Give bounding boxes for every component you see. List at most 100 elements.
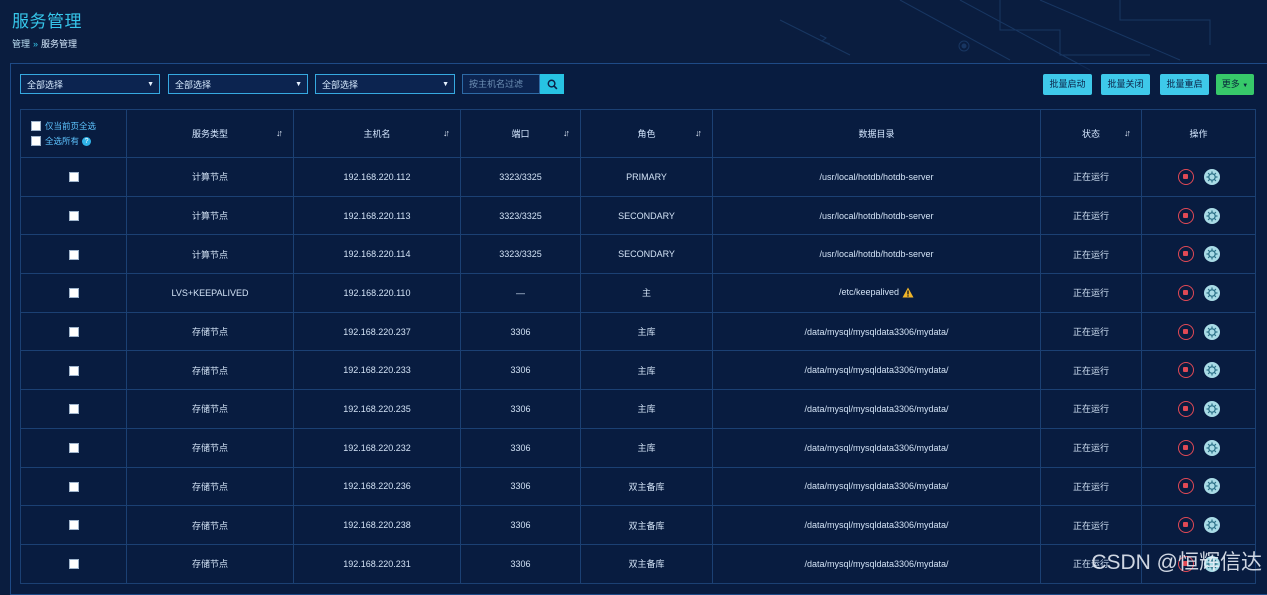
select-all-option[interactable]: 全选所有? [31,135,126,147]
status-cell: 正在运行 [1040,311,1142,352]
table-row: 计算节点 192.168.220.113 3323/3325 SECONDARY/us… [20,195,1256,236]
host-select[interactable]: 全部选择 ▼ [168,74,308,94]
select-all-label: 全选所有 [45,136,80,146]
host-filter-input[interactable] [462,74,540,94]
data-dir-cell: /data/mysql/mysqldata3306/mydata/ [712,543,1041,584]
stop-icon[interactable] [1177,207,1194,224]
gear-icon [1206,519,1217,531]
actions-cell [1141,466,1256,507]
config-icon[interactable] [1203,207,1220,224]
config-icon[interactable] [1203,246,1220,263]
row-select-cell [20,543,127,584]
row-checkbox[interactable] [68,404,79,415]
help-icon[interactable]: ? [82,136,92,146]
role-cell: 双主备库 [580,505,713,545]
config-icon[interactable] [1203,478,1220,495]
stop-icon[interactable] [1177,478,1194,495]
service-type-cell: 存储节点 [126,466,294,507]
status-cell: 正在运行 [1040,157,1142,197]
status-cell: 正在运行 [1040,427,1142,468]
data-dir-cell: /data/mysql/mysqldata3306/mydata/ [712,427,1041,468]
status-cell: 正在运行 [1040,389,1142,429]
sort-icon[interactable]: ↓↑ [695,128,702,138]
config-icon[interactable] [1203,362,1220,379]
batch-start-button[interactable]: 批量启动 [1043,74,1092,95]
search-button[interactable] [540,74,564,94]
row-checkbox[interactable] [68,481,79,492]
row-select-cell [20,505,127,545]
table-row: 存储节点 192.168.220.233 3306 主库/data/mysql/mys… [20,350,1256,391]
sort-icon[interactable]: ↓↑ [563,128,570,138]
data-dir-text: /data/mysql/mysqldata3306/mydata/ [804,558,949,569]
more-button[interactable]: 更多 ▼ [1216,74,1254,95]
stop-icon[interactable] [1177,362,1194,379]
actions-cell [1141,350,1256,391]
gear-icon [1206,171,1217,183]
row-checkbox[interactable] [68,442,79,453]
sort-icon[interactable]: ↓↑ [443,128,450,138]
select-page-checkbox[interactable] [31,121,41,131]
column-header-status[interactable]: 状态 ↓↑ [1040,109,1142,158]
stop-icon[interactable] [1177,400,1194,417]
port-cell: — [460,273,581,313]
stop-icon[interactable] [1177,168,1194,185]
config-icon[interactable] [1203,168,1220,185]
gear-icon [1206,480,1217,492]
service-type-select[interactable]: 全部选择 ▼ [20,74,160,94]
row-select-cell [20,234,127,275]
actions-cell [1141,195,1256,236]
config-icon[interactable] [1203,517,1220,534]
select-all-checkbox[interactable] [31,136,41,146]
row-checkbox[interactable] [68,559,79,570]
warning-icon[interactable] [902,287,914,298]
stop-icon[interactable] [1177,439,1194,456]
config-icon[interactable] [1203,439,1220,456]
row-checkbox[interactable] [68,365,79,376]
hostname-cell: 192.168.220.232 [293,427,461,468]
table-row: 存储节点 192.168.220.236 3306 双主备库/data/mysql/m… [20,466,1256,507]
config-icon[interactable] [1203,400,1220,417]
table-row: 存储节点 192.168.220.238 3306 双主备库/data/mysql/m… [20,505,1256,545]
service-type-cell: 计算节点 [126,234,294,275]
stop-icon[interactable] [1177,517,1194,534]
port-cell: 3306 [460,389,581,429]
row-select-cell [20,350,127,391]
select-page-option[interactable]: 仅当前页全选 [31,120,126,132]
column-header-hostname[interactable]: 主机名 ↓↑ [293,109,461,158]
column-header-role[interactable]: 角色 ↓↑ [580,109,713,158]
row-select-cell [20,273,127,313]
column-header-port[interactable]: 端口 ↓↑ [460,109,581,158]
breadcrumb-current: 服务管理 [41,39,78,49]
row-checkbox[interactable] [68,326,79,337]
gear-icon [1206,326,1217,338]
row-checkbox[interactable] [68,520,79,531]
row-select-cell [20,157,127,197]
data-dir-text: /usr/local/hotdb/hotdb-server [819,210,934,221]
batch-stop-button[interactable]: 批量关闭 [1101,74,1150,95]
breadcrumb-root[interactable]: 管理 [12,39,30,49]
stop-icon[interactable] [1177,323,1194,340]
column-header-service-type[interactable]: 服务类型 ↓↑ [126,109,294,158]
data-dir-cell: /usr/local/hotdb/hotdb-server [712,234,1041,275]
row-checkbox[interactable] [68,249,79,260]
config-icon[interactable] [1203,284,1220,301]
sort-icon[interactable]: ↓↑ [1124,128,1131,138]
row-checkbox[interactable] [68,288,79,299]
row-checkbox[interactable] [68,210,79,221]
gear-icon [1206,364,1217,376]
sort-icon[interactable]: ↓↑ [276,128,283,138]
row-select-cell [20,427,127,468]
table-row: 计算节点 192.168.220.112 3323/3325 PRIMARY/usr/… [20,157,1256,197]
row-checkbox[interactable] [68,172,79,183]
hostname-cell: 192.168.220.238 [293,505,461,545]
role-cell: 双主备库 [580,543,713,584]
status-select[interactable]: 全部选择 ▼ [315,74,455,94]
config-icon[interactable] [1203,323,1220,340]
hostname-cell: 192.168.220.233 [293,350,461,391]
port-cell: 3306 [460,311,581,352]
batch-restart-button[interactable]: 批量重启 [1160,74,1209,95]
select-value: 全部选择 [322,80,359,90]
stop-icon[interactable] [1177,246,1194,263]
stop-icon[interactable] [1177,284,1194,301]
service-table: 仅当前页全选 全选所有? 服务类型 ↓↑ 主机名 ↓↑ 端口 ↓↑ 角色 ↓↑ 数据目录… [20,109,1256,584]
